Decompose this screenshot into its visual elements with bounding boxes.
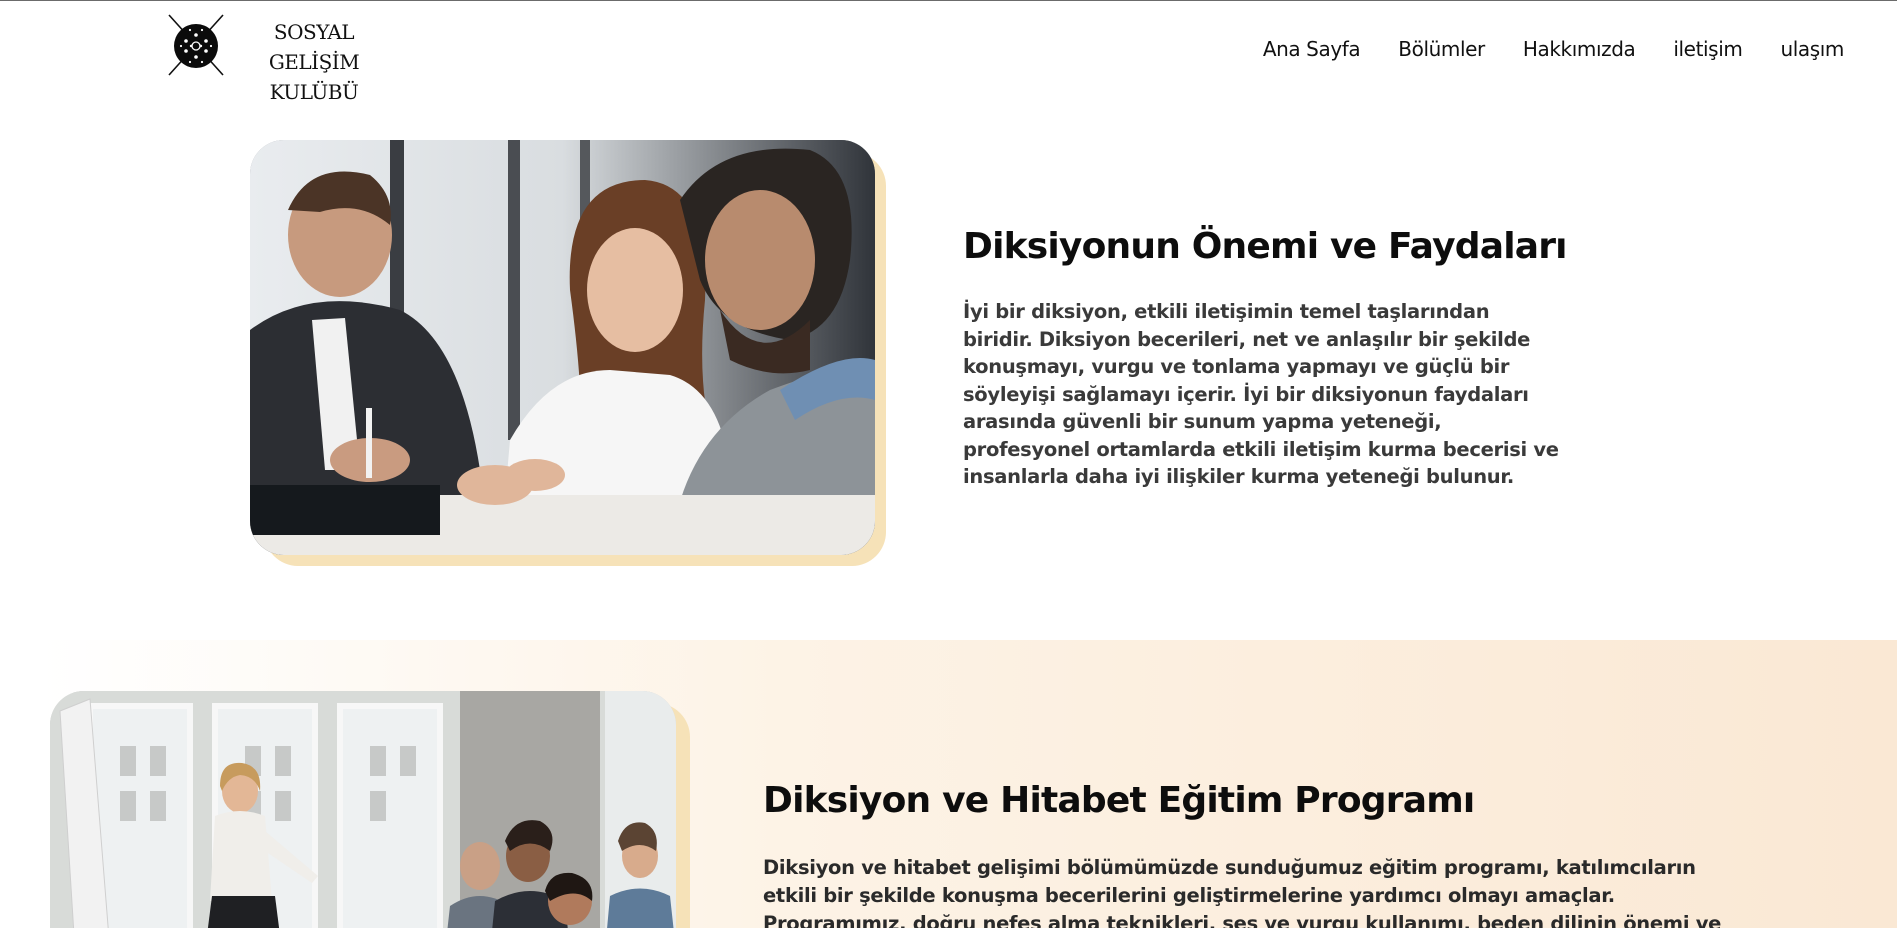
nav-link-bolumler[interactable]: Bölümler	[1398, 37, 1485, 61]
nav-link-ana-sayfa[interactable]: Ana Sayfa	[1263, 37, 1361, 61]
logo-line-2: KULÜBÜ	[269, 80, 359, 104]
meeting-photo-illustration	[250, 140, 875, 555]
section1-photo-meeting	[250, 140, 875, 555]
main-nav: Ana Sayfa Bölümler Hakkımızda iletişim u…	[1225, 37, 1845, 61]
logo-emblem-icon	[168, 14, 224, 76]
site-header: SOSYAL GELİŞİM KULÜBÜ Ana Sayfa Bölümler…	[0, 1, 1897, 104]
site-logo[interactable]: SOSYAL GELİŞİM KULÜBÜ	[165, 13, 395, 104]
presentation-photo-illustration	[50, 691, 676, 928]
section1-text: İyi bir diksiyon, etkili iletişimin teme…	[963, 300, 1559, 488]
section2-title: Diksiyon ve Hitabet Eğitim Programı	[763, 780, 1475, 821]
section1-title: Diksiyonun Önemi ve Faydaları	[963, 226, 1568, 267]
logo-text: SOSYAL GELİŞİM KULÜBÜ	[229, 17, 399, 107]
section2-photo-presentation	[50, 691, 676, 928]
section2-image-frame	[50, 691, 690, 928]
section2-text: Diksiyon ve hitabet gelişimi bölümümüzde…	[763, 856, 1722, 928]
section1-image-frame	[250, 140, 886, 566]
logo-line-1: SOSYAL GELİŞİM	[268, 20, 360, 74]
nav-link-iletisim[interactable]: iletişim	[1673, 37, 1742, 61]
nav-link-hakkimizda[interactable]: Hakkımızda	[1523, 37, 1636, 61]
nav-link-ulasim[interactable]: ulaşım	[1780, 37, 1844, 61]
